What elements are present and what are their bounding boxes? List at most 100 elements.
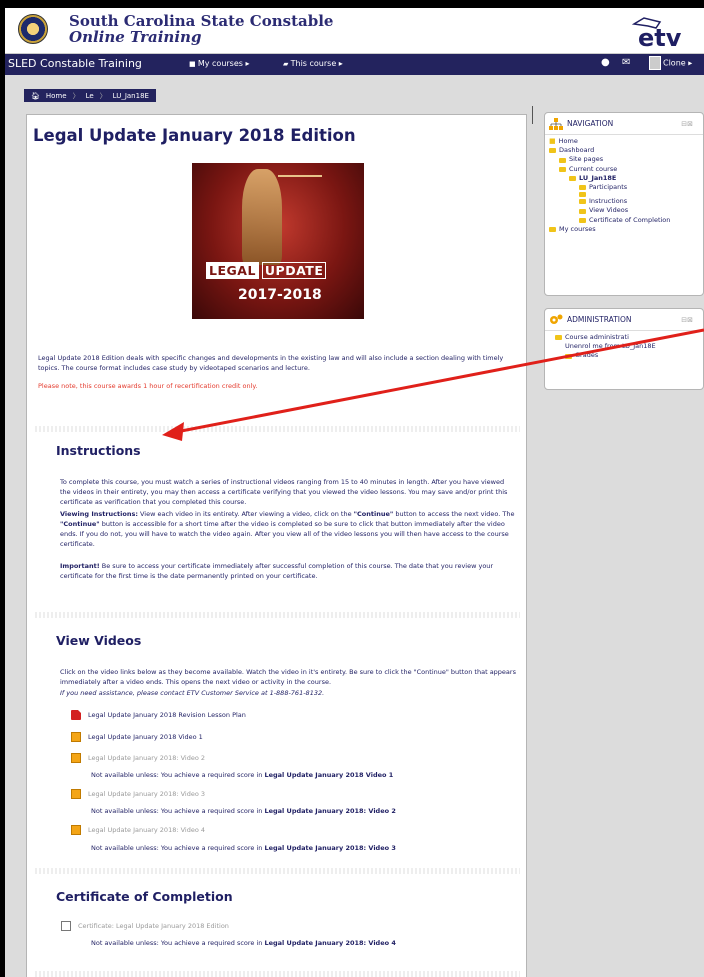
text: button is accessible for a short time af…	[60, 520, 509, 548]
activity-video-1[interactable]: Legal Update January 2018 Video 1	[71, 732, 203, 742]
folder-icon	[559, 157, 566, 163]
assistance-note: If you need assistance, please contact E…	[60, 689, 325, 697]
navigation-block-header: NAVIGATION ⊟⊠	[545, 113, 703, 135]
section-divider	[35, 868, 520, 874]
breadcrumb-home[interactable]: Home	[46, 92, 67, 100]
block-controls-icon[interactable]: ⊟⊠	[681, 120, 693, 128]
nav-participants[interactable]: Participants	[549, 183, 699, 192]
folder-icon	[579, 217, 586, 223]
certificate-heading[interactable]: Certificate of Completion	[56, 889, 233, 904]
nav-view-videos[interactable]: View Videos	[549, 206, 699, 215]
folder-icon	[579, 192, 586, 198]
activity-label: Legal Update January 2018: Video 4	[88, 826, 206, 834]
sitemap-icon	[549, 117, 563, 130]
course-summary: Legal Update 2018 Edition deals with spe…	[38, 354, 504, 372]
folder-icon	[559, 166, 566, 172]
breadcrumb-category[interactable]: Le	[86, 92, 94, 100]
nav-label: Home	[558, 137, 578, 145]
site-title[interactable]: South Carolina State Constable Online Tr…	[69, 13, 333, 45]
admin-unenrol[interactable]: Unenrol me from LU_Jan18E	[549, 342, 659, 351]
navigation-block-title: NAVIGATION	[567, 119, 614, 128]
course-title: Legal Update January 2018 Edition	[33, 126, 356, 145]
important-paragraph: Important! Be sure to access your certif…	[60, 561, 516, 581]
pdf-icon	[71, 710, 81, 720]
folder-icon	[579, 199, 586, 205]
user-menu[interactable]: Clone ▸	[649, 56, 692, 70]
admin-label: Unenrol me from LU_Jan18E	[565, 342, 656, 351]
breadcrumb: 🏠︎ Home 〉 Le 〉 LU_Jan18E	[24, 89, 156, 102]
nav-certificate[interactable]: Certificate of Completion	[549, 216, 699, 225]
text: Be sure to access your certificate immed…	[60, 562, 494, 580]
folder-icon	[569, 175, 576, 181]
activity-label: Certificate: Legal Update January 2018 E…	[78, 922, 229, 930]
site-header: South Carolina State Constable Online Tr…	[5, 8, 704, 54]
instructions-heading[interactable]: Instructions	[56, 443, 141, 458]
text: View each video in its entirety. After v…	[137, 510, 354, 518]
video-icon	[71, 753, 81, 763]
credit-note: Please note, this course awards 1 hour o…	[38, 382, 258, 390]
nav-current-course[interactable]: Current course	[549, 165, 699, 174]
site-name-link[interactable]: SLED Constable Training	[8, 57, 142, 70]
nav-site-pages[interactable]: Site pages	[549, 155, 699, 164]
admin-label: Course administrati	[565, 333, 629, 341]
home-icon: ■	[549, 137, 556, 145]
certificate-icon	[61, 921, 71, 931]
videos-paragraph: Click on the video links below as they b…	[60, 668, 516, 686]
my-courses-label: My courses ▸	[197, 59, 250, 68]
activity-label: Legal Update January 2018 Video 1	[88, 733, 203, 741]
my-courses-menu[interactable]: ■ My courses ▸	[189, 59, 250, 68]
instructions-paragraph: To complete this course, you must watch …	[60, 478, 508, 506]
folder-icon	[549, 226, 556, 232]
continue-word: "Continue"	[60, 520, 100, 528]
admin-label: Grades	[575, 351, 599, 360]
text: button to access the next video. The	[393, 510, 515, 518]
restriction-target: Legal Update January 2018: Video 3	[264, 844, 396, 852]
site-title-line1: South Carolina State Constable	[69, 12, 334, 30]
navigation-tree: ■ Home Dashboard Site pages Current cours…	[545, 135, 703, 236]
breadcrumb-course[interactable]: LU_Jan18E	[113, 92, 149, 100]
viewing-instructions-label: Viewing Instructions:	[60, 510, 138, 518]
course-main-region: Legal Update January 2018 Edition LEGAL U…	[26, 114, 527, 977]
activity-lesson-plan[interactable]: Legal Update January 2018 Revision Lesso…	[71, 710, 246, 720]
video-icon	[71, 825, 81, 835]
restriction-video-4: Not available unless: You achieve a requ…	[91, 844, 396, 852]
gears-icon	[549, 314, 563, 326]
important-label: Important!	[60, 562, 100, 570]
notification-icon[interactable]: ●	[601, 57, 610, 68]
activity-video-3: Legal Update January 2018: Video 3	[71, 789, 205, 799]
restriction-text: Not available unless: You achieve a requ…	[91, 844, 265, 852]
this-course-menu[interactable]: ▰ This course ▸	[283, 59, 343, 68]
restriction-video-2: Not available unless: You achieve a requ…	[91, 771, 393, 779]
site-title-line2: Online Training	[69, 28, 202, 46]
activity-label: Legal Update January 2018: Video 2	[88, 754, 206, 762]
activity-video-2: Legal Update January 2018: Video 2	[71, 753, 205, 763]
nav-dashboard[interactable]: Dashboard	[549, 146, 699, 155]
activity-label: Legal Update January 2018: Video 3	[88, 790, 206, 798]
this-course-label: This course ▸	[290, 59, 343, 68]
restriction-target: Legal Update January 2018 Video 1	[264, 771, 394, 779]
user-name: Clone ▸	[663, 58, 693, 68]
home-icon: 🏠︎	[31, 91, 40, 100]
etv-logo[interactable]: etv	[626, 14, 704, 48]
graduation-cap-icon: ■	[189, 60, 198, 68]
etv-logo-text: etv	[638, 24, 682, 48]
nav-instructions[interactable]: Instructions	[549, 197, 699, 206]
banner-text: LEGAL UPDATE	[206, 262, 327, 279]
view-videos-heading[interactable]: View Videos	[56, 633, 141, 648]
administration-block: ADMINISTRATION ⊟⊠ Course administrati Un…	[544, 308, 704, 390]
message-icon[interactable]: ✉	[622, 57, 630, 68]
activity-video-4: Legal Update January 2018: Video 4	[71, 825, 205, 835]
nav-my-courses[interactable]: My courses	[549, 225, 699, 234]
nav-course-lu-jan18e[interactable]: LU_Jan18E	[549, 174, 699, 183]
admin-course-administration[interactable]: Course administrati	[549, 333, 699, 342]
state-seal-logo[interactable]	[18, 14, 48, 44]
breadcrumb-separator: 〉	[72, 91, 80, 100]
restriction-target: Legal Update January 2018: Video 4	[264, 939, 396, 947]
nav-home[interactable]: ■ Home	[549, 137, 699, 146]
restriction-text: Not available unless: You achieve a requ…	[91, 771, 265, 779]
block-controls-icon[interactable]: ⊟⊠	[681, 316, 693, 324]
grades-icon	[565, 353, 572, 359]
admin-grades[interactable]: Grades	[549, 351, 699, 360]
restriction-text: Not available unless: You achieve a requ…	[91, 939, 265, 947]
video-icon	[71, 732, 81, 742]
